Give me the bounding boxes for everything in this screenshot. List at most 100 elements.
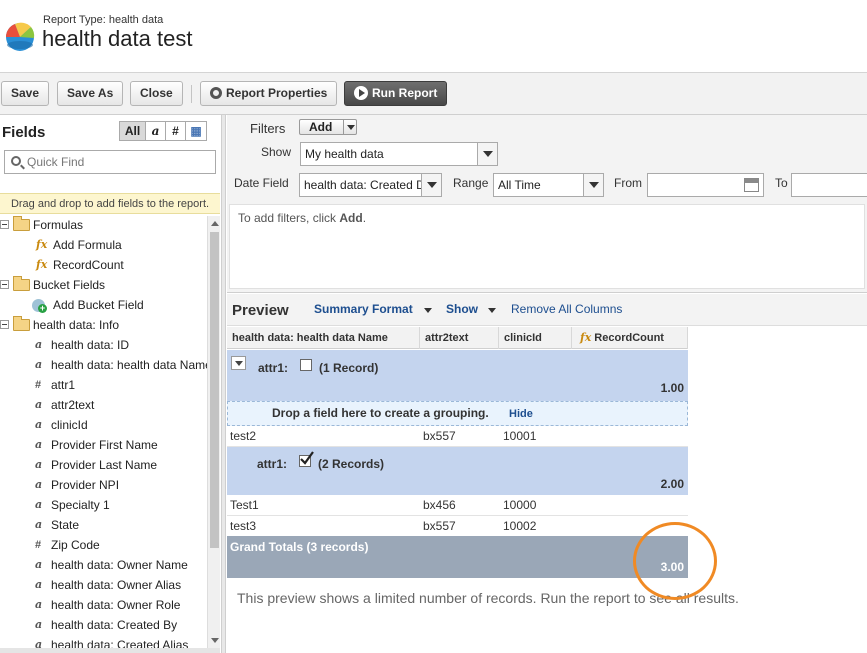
tree-item-field[interactable]: a health data: Owner Name (0, 556, 207, 576)
tree-item-label: RecordCount (53, 258, 124, 272)
filter-hint-suffix: . (362, 211, 367, 225)
text-field-icon: a (35, 438, 43, 451)
group-label: attr1: (258, 361, 289, 375)
hide-drop-zone-link[interactable]: Hide (509, 408, 533, 420)
collapse-icon[interactable] (0, 280, 9, 289)
column-header[interactable]: clinicId (499, 327, 572, 349)
date-field-label: Date Field (234, 176, 289, 190)
text-field-icon: a (35, 358, 43, 371)
tree-item-field[interactable]: a health data: health data Name (0, 356, 207, 376)
column-header-recordcount[interactable]: fx RecordCount (572, 327, 688, 349)
fields-scrollbar[interactable] (207, 216, 220, 648)
grouping-drop-zone[interactable]: Drop a field here to create a grouping. … (227, 401, 688, 426)
folder-label: health data: Info (33, 318, 120, 332)
text-field-icon: a (35, 598, 43, 611)
tree-item-field[interactable]: a health data: Owner Alias (0, 576, 207, 596)
tree-item-field[interactable]: a health data: Created By (0, 616, 207, 636)
tree-folder-bucket-fields[interactable]: Bucket Fields (0, 276, 207, 296)
scroll-down-icon[interactable] (211, 638, 219, 643)
collapse-group-icon[interactable] (231, 356, 246, 370)
tree-item-field[interactable]: a Provider NPI (0, 476, 207, 496)
tab-all[interactable]: All (120, 122, 146, 140)
formula-icon: fx (36, 238, 48, 251)
tree-item-field[interactable]: a clinicId (0, 416, 207, 436)
text-field-icon: a (35, 618, 43, 631)
tree-item-field[interactable]: # Zip Code (0, 536, 207, 556)
cell-name: Test1 (230, 498, 259, 512)
chevron-down-icon[interactable] (488, 308, 496, 313)
column-header[interactable]: attr2text (420, 327, 499, 349)
tree-item-label: Zip Code (51, 538, 100, 552)
chevron-down-icon[interactable] (477, 143, 497, 165)
group-count: (2 Records) (318, 457, 385, 471)
collapse-icon[interactable] (0, 220, 9, 229)
add-filter-dropdown[interactable]: Add (299, 119, 357, 135)
tree-item-label: health data: Created Alias (51, 638, 189, 648)
date-field-select[interactable]: health data: Created D (299, 173, 442, 197)
to-date-input[interactable] (791, 173, 867, 197)
panel-splitter[interactable] (222, 115, 226, 653)
tree-item-add-bucket-field[interactable]: Add Bucket Field (0, 296, 207, 316)
cell-attr2text: bx456 (423, 498, 456, 512)
close-button[interactable]: Close (130, 81, 183, 106)
text-field-icon: a (35, 558, 43, 571)
cell-clinicid: 10000 (503, 498, 537, 512)
report-properties-button[interactable]: Report Properties (200, 81, 338, 106)
folder-icon (13, 276, 30, 291)
collapse-icon[interactable] (0, 320, 9, 329)
quick-find-input[interactable] (27, 153, 212, 171)
chevron-down-icon[interactable] (424, 308, 432, 313)
column-header[interactable]: health data: health data Name (227, 327, 420, 349)
filter-hint-text: To add filters, click (238, 211, 337, 225)
group-checkbox-icon (300, 359, 312, 371)
tree-item-field[interactable]: a Provider First Name (0, 436, 207, 456)
tree-item-label: State (51, 518, 80, 532)
tab-date-fields[interactable]: ▦ (186, 122, 206, 140)
group-subtotal: 2.00 (660, 477, 684, 491)
tree-item-label: health data: Created By (51, 618, 178, 632)
tree-item-add-formula[interactable]: fx Add Formula (0, 236, 207, 256)
tree-item-field[interactable]: a health data: Owner Role (0, 596, 207, 616)
show-label: Show (261, 145, 292, 159)
add-bucket-icon (32, 299, 47, 313)
tree-item-label: Add Bucket Field (53, 298, 144, 312)
tree-item-field[interactable]: a Specialty 1 (0, 496, 207, 516)
tree-item-field[interactable]: # attr1 (0, 376, 207, 396)
chevron-down-icon[interactable] (421, 174, 441, 196)
text-field-icon: a (35, 518, 43, 531)
tree-item-label: Provider First Name (51, 438, 158, 452)
tree-item-label: attr2text (51, 398, 95, 412)
tree-item-field[interactable]: a health data: Created Alias (0, 636, 207, 648)
text-field-icon: a (35, 638, 43, 648)
drag-drop-hint: Drag and drop to add fields to the repor… (0, 193, 220, 214)
scroll-thumb[interactable] (210, 232, 219, 548)
tab-text-fields[interactable]: a (146, 122, 166, 140)
remove-all-columns-link[interactable]: Remove All Columns (511, 302, 622, 316)
calendar-icon[interactable] (744, 178, 759, 192)
run-report-button[interactable]: Run Report (344, 81, 448, 106)
tree-folder-formulas[interactable]: Formulas (0, 216, 207, 236)
save-button[interactable]: Save (1, 81, 50, 106)
tree-folder-info[interactable]: health data: Info (0, 316, 207, 336)
tree-item-field[interactable]: a attr2text (0, 396, 207, 416)
range-select[interactable]: All Time (493, 173, 604, 197)
tree-item-label: Specialty 1 (51, 498, 110, 512)
drop-zone-text: Drop a field here to create a grouping. (272, 406, 489, 420)
text-field-icon: a (35, 398, 43, 411)
scroll-up-icon[interactable] (211, 221, 219, 226)
show-select[interactable]: My health data (300, 142, 498, 166)
number-field-icon: # (35, 379, 42, 391)
chevron-down-icon[interactable] (583, 174, 603, 196)
tree-item-field[interactable]: a Provider Last Name (0, 456, 207, 476)
from-date-input[interactable] (647, 173, 764, 197)
tree-item-field[interactable]: a State (0, 516, 207, 536)
tab-number-fields[interactable]: # (166, 122, 186, 140)
tree-item-field[interactable]: a health data: ID (0, 336, 207, 356)
quick-find-box (4, 150, 216, 174)
save-as-button[interactable]: Save As (57, 81, 124, 106)
show-dropdown[interactable]: Show (446, 302, 478, 316)
tree-item-record-count[interactable]: fx RecordCount (0, 256, 207, 276)
summary-format-dropdown[interactable]: Summary Format (314, 302, 413, 316)
fields-horizontal-scrollbar[interactable] (0, 648, 220, 653)
add-filter-label: Add (309, 120, 333, 134)
